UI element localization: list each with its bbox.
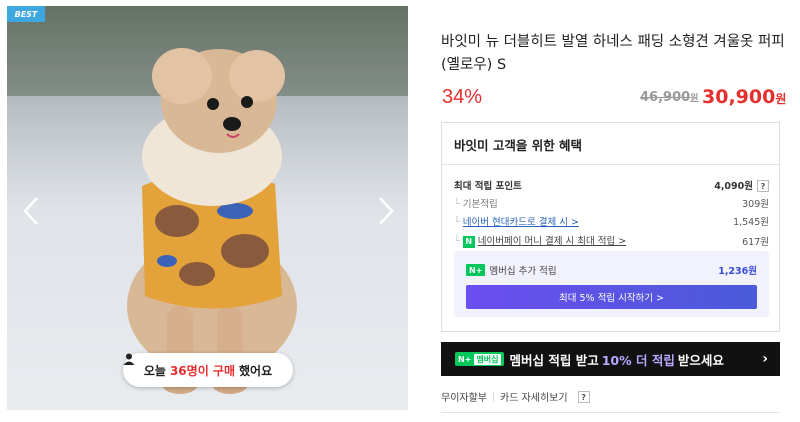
membership-tag: N+ 멤버십 — [455, 352, 504, 366]
membership-tag-text: 멤버십 — [474, 353, 501, 365]
divider — [441, 412, 780, 413]
chevron-right-icon — [379, 197, 394, 225]
sale-price: 30,900원 — [702, 86, 786, 108]
banner-text-a: 멤버십 적립 받고 — [509, 352, 599, 368]
original-price: 46,900원 — [640, 90, 698, 105]
product-title: 바잇미 뉴 더블히트 발열 하네스 패딩 소형견 겨울옷 퍼피 (옐로우) S — [441, 34, 785, 73]
divider — [442, 164, 779, 165]
benefit-row-value: 617원 — [742, 236, 769, 248]
benefit-row-value: 309원 — [742, 199, 769, 210]
membership-tag-n: N+ — [458, 354, 472, 364]
sale-price-unit: 원 — [775, 92, 787, 106]
product-photo — [7, 6, 408, 410]
hyundai-card-link[interactable]: 네이버 현대카드로 결제 시 > — [463, 217, 579, 228]
max-points-row: 최대 적립 포인트 4,090원? — [454, 178, 769, 192]
installment-label: 무이자할부 — [441, 393, 487, 404]
help-icon[interactable]: ? — [757, 180, 769, 192]
chevron-right-icon: › — [762, 351, 768, 367]
benefit-row-label: 기본적립 — [454, 196, 498, 210]
membership-banner[interactable]: N+ 멤버십 멤버십 적립 받고 10% 더 적립 받으세요 › — [441, 342, 780, 376]
membership-start-button[interactable]: 최대 5% 적립 시작하기 > — [466, 285, 757, 309]
naver-plus-icon: N+ — [466, 264, 486, 276]
product-image-gallery[interactable]: BEST 오늘 36명이 구매 했어요 — [7, 6, 408, 410]
membership-box: N+ 멤버십 추가 적립 1,236원 최대 5% 적립 시작하기 > — [454, 251, 769, 317]
membership-row: N+ 멤버십 추가 적립 1,236원 — [466, 263, 757, 277]
discount-rate: 34% — [442, 86, 483, 108]
benefit-row-npay[interactable]: N네이버페이 머니 결제 시 최대 적립 > 617원 — [454, 233, 769, 248]
help-icon[interactable]: ? — [577, 390, 590, 403]
max-points-label: 최대 적립 포인트 — [454, 181, 522, 192]
banner-text-b: 받으세요 — [677, 352, 724, 368]
benefit-title: 바잇미 고객을 위한 혜택 — [454, 138, 583, 153]
next-image-button[interactable] — [377, 196, 407, 232]
original-price-value: 46,900 — [640, 90, 691, 105]
prev-image-button[interactable] — [22, 196, 52, 232]
benefit-box: 바잇미 고객을 위한 혜택 최대 적립 포인트 4,090원? 기본적립 309… — [441, 122, 780, 332]
person-icon — [123, 353, 135, 365]
max-points-value: 4,090원 — [714, 181, 753, 192]
card-info-row: 무이자할부 카드 자세히보기 ? — [441, 389, 590, 404]
purchase-count-pill: 오늘 36명이 구매 했어요 — [123, 353, 293, 387]
divider — [493, 391, 494, 402]
benefit-row-basic: 기본적립 309원 — [454, 196, 769, 210]
banner-highlight: 10% 더 적립 — [601, 352, 675, 368]
purchase-suffix: 했어요 — [239, 363, 273, 378]
membership-label: 멤버십 추가 적립 — [489, 266, 557, 277]
membership-value: 1,236원 — [718, 266, 757, 277]
best-badge: BEST — [7, 6, 45, 22]
benefit-row-value: 1,545원 — [733, 217, 769, 228]
card-details-link[interactable]: 카드 자세히보기 — [500, 389, 568, 404]
original-price-unit: 원 — [690, 94, 699, 104]
purchase-prefix: 오늘 — [143, 363, 166, 378]
naver-pay-link[interactable]: 네이버페이 머니 결제 시 최대 적립 > — [478, 236, 626, 247]
sale-price-value: 30,900 — [702, 86, 776, 108]
naver-pay-icon: N — [462, 236, 475, 248]
chevron-left-icon — [23, 197, 38, 225]
benefit-row-card[interactable]: 네이버 현대카드로 결제 시 > 1,545원 — [454, 214, 769, 228]
purchase-count: 36명이 구매 — [169, 363, 235, 378]
